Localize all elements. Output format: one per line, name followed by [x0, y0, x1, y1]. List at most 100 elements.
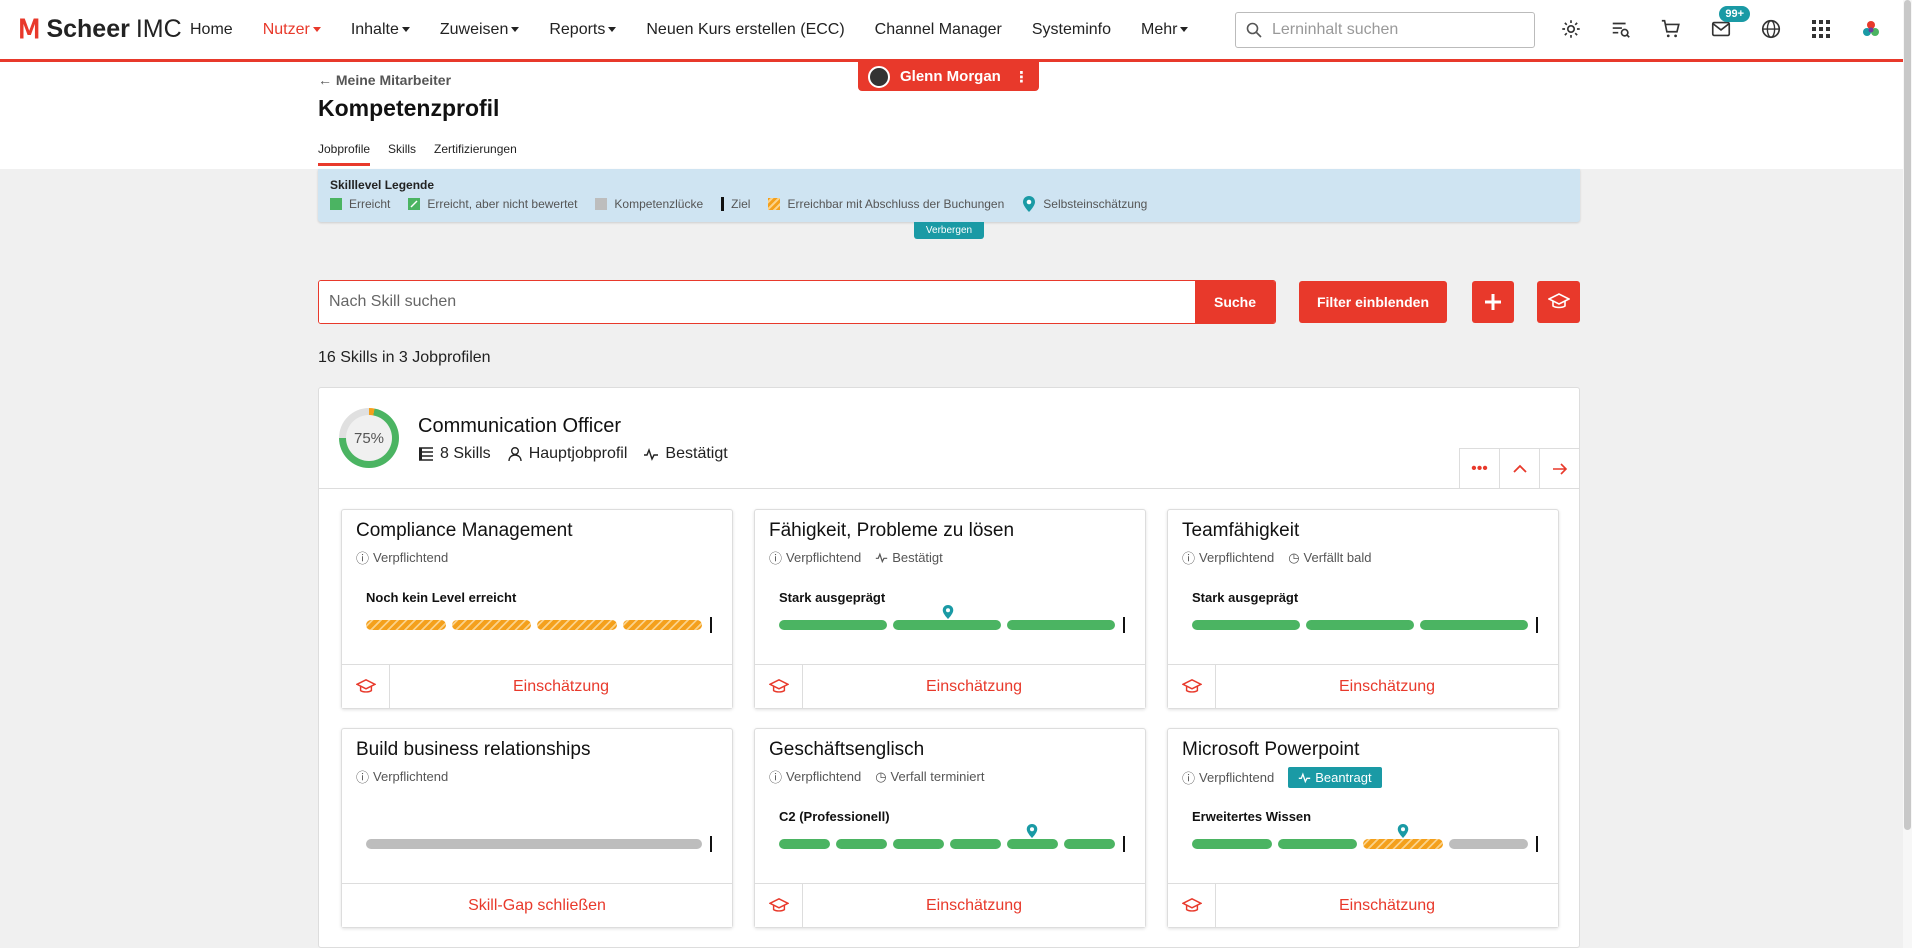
assessment-button[interactable]: Einschätzung: [1216, 665, 1558, 708]
skill-title: Build business relationships: [356, 739, 591, 760]
jobprofile-status: Bestätigt: [665, 445, 728, 462]
progress-donut: 75%: [339, 408, 399, 468]
caret-down-icon: [312, 26, 321, 32]
graduation-cap-icon[interactable]: [1168, 665, 1216, 708]
person-icon: [507, 447, 522, 462]
content-search: [1235, 12, 1535, 48]
nav-systeminfo[interactable]: Systeminfo: [1032, 21, 1111, 39]
legend-achieved: Erreicht: [330, 197, 390, 211]
target-marker-icon: [1536, 836, 1538, 852]
nav-reports[interactable]: Reports: [549, 21, 617, 39]
collapse-chevron-up-icon[interactable]: [1499, 448, 1539, 488]
assessment-button[interactable]: Einschätzung: [390, 665, 732, 708]
nav-zuweisen[interactable]: Zuweisen: [440, 21, 520, 39]
target-marker-icon: [710, 617, 712, 633]
partner-logo-icon[interactable]: [1856, 14, 1886, 44]
legend-title: Skilllevel Legende: [330, 178, 435, 192]
legend-gap: Kompetenzlücke: [595, 197, 703, 211]
jobprofile-meta: 8 Skills Hauptjobprofil Bestätigt: [418, 445, 728, 463]
nav-neuen-kurs[interactable]: Neuen Kurs erstellen (ECC): [646, 21, 844, 39]
skill-level: Stark ausgeprägt: [779, 590, 886, 605]
kebab-menu-icon[interactable]: ⋮: [1014, 68, 1029, 86]
jobprofile-header: 75% Communication Officer 8 Skills Haupt…: [319, 388, 1579, 489]
target-marker-icon: [721, 197, 725, 211]
achieved-unrated-swatch-icon: [408, 198, 421, 210]
brand-name-light: IMC: [135, 15, 182, 43]
legend-achieved-unrated: Erreicht, aber nicht bewertet: [408, 197, 577, 211]
playlist-search-icon[interactable]: [1606, 14, 1636, 44]
globe-icon[interactable]: [1756, 14, 1786, 44]
jobprofile-actions: •••: [1459, 448, 1579, 488]
hide-legend-button[interactable]: Verbergen: [914, 222, 984, 239]
location-pin-icon: [942, 605, 954, 619]
caret-down-icon: [511, 26, 520, 32]
reachable-swatch-icon: [768, 198, 781, 210]
assessment-button[interactable]: Einschätzung: [803, 665, 1145, 708]
page-title: Kompetenzprofil: [318, 95, 500, 121]
nav-mehr[interactable]: Mehr: [1141, 21, 1189, 39]
mail-icon[interactable]: 99+: [1706, 6, 1750, 44]
nav-nutzer[interactable]: Nutzer: [263, 21, 321, 39]
legend-target: Ziel: [721, 197, 750, 211]
arrow-right-icon[interactable]: [1539, 448, 1579, 488]
nav-channel-manager[interactable]: Channel Manager: [875, 21, 1002, 39]
nav-home[interactable]: Home: [190, 21, 233, 39]
page-scrollbar[interactable]: [1903, 0, 1912, 948]
requested-badge: Beantragt: [1288, 767, 1382, 788]
pulse-icon: [644, 447, 659, 461]
brand-name-bold: Scheer: [46, 15, 130, 43]
mandatory-tag: ⓘ Verpflichtend: [356, 550, 449, 566]
skill-search-input[interactable]: [319, 281, 1195, 323]
apps-grid-icon[interactable]: [1806, 14, 1836, 44]
graduation-cap-icon[interactable]: [342, 665, 390, 708]
close-skill-gap-button[interactable]: Skill-Gap schließen: [342, 884, 732, 927]
impersonated-user-pill[interactable]: Glenn Morgan ⋮: [858, 62, 1039, 91]
assessment-button[interactable]: Einschätzung: [1216, 884, 1558, 927]
graduation-cap-icon[interactable]: [755, 665, 803, 708]
gap-swatch-icon: [595, 198, 608, 210]
expiry-scheduled-tag: ◷ Verfall terminiert: [875, 768, 985, 785]
mandatory-tag: ⓘ Verpflichtend: [1182, 550, 1275, 566]
brand-logo[interactable]: 𝖬 Scheer IMC: [18, 14, 182, 45]
jobprofile-type: Hauptjobprofil: [528, 445, 628, 462]
skill-card-business-relationships: Build business relationships ⓘ Verpflicht…: [341, 728, 733, 928]
result-count: 16 Skills in 3 Jobprofilen: [318, 349, 491, 366]
caret-down-icon: [608, 26, 617, 32]
assessment-button[interactable]: Einschätzung: [803, 884, 1145, 927]
scheer-logo-icon: 𝖬: [18, 14, 41, 44]
progress-label: 75%: [346, 415, 392, 461]
skill-card-compliance-management: Compliance Management ⓘ Verpflichtend Noc…: [341, 509, 733, 709]
self-assess-button[interactable]: [1537, 281, 1580, 323]
more-options-icon[interactable]: •••: [1459, 448, 1499, 488]
info-circle-icon: ⓘ: [769, 551, 783, 566]
graduation-cap-icon[interactable]: [755, 884, 803, 927]
gear-icon[interactable]: [1556, 14, 1586, 44]
profile-tabs: Jobprofile Skills Zertifizierungen: [318, 142, 517, 166]
target-marker-icon: [1536, 617, 1538, 633]
skill-search: Suche: [318, 280, 1276, 324]
graduation-cap-icon[interactable]: [1168, 884, 1216, 927]
mandatory-tag: ⓘ Verpflichtend: [356, 769, 449, 785]
skill-level-bar: [1192, 824, 1538, 852]
back-link[interactable]: ← Meine Mitarbeiter: [318, 72, 451, 88]
add-button[interactable]: [1472, 281, 1514, 323]
content-search-input[interactable]: [1272, 21, 1512, 39]
info-circle-icon: ⓘ: [769, 770, 783, 785]
tab-zertifizierungen[interactable]: Zertifizierungen: [434, 142, 517, 166]
expiring-tag: ◷ Verfällt bald: [1288, 549, 1372, 566]
mandatory-tag: ⓘ Verpflichtend: [1182, 770, 1275, 786]
plus-icon: [1485, 294, 1501, 310]
nav-inhalte[interactable]: Inhalte: [351, 21, 410, 39]
tab-skills[interactable]: Skills: [388, 142, 416, 166]
skill-count: 8 Skills: [440, 445, 491, 462]
tab-jobprofile[interactable]: Jobprofile: [318, 142, 371, 166]
filter-button[interactable]: Filter einblenden: [1299, 281, 1447, 323]
top-navigation: 𝖬 Scheer IMC Home Nutzer Inhalte Zuweise…: [0, 0, 1912, 62]
cart-icon[interactable]: [1656, 14, 1686, 44]
search-button[interactable]: Suche: [1195, 281, 1275, 323]
skill-level: Noch kein Level erreicht: [366, 590, 517, 605]
scrollbar-thumb[interactable]: [1904, 0, 1911, 830]
skill-level: Stark ausgeprägt: [1192, 590, 1299, 605]
user-name: Glenn Morgan: [900, 68, 1001, 85]
skill-card-powerpoint: Microsoft Powerpoint ⓘ Verpflichtend Bean…: [1167, 728, 1559, 928]
